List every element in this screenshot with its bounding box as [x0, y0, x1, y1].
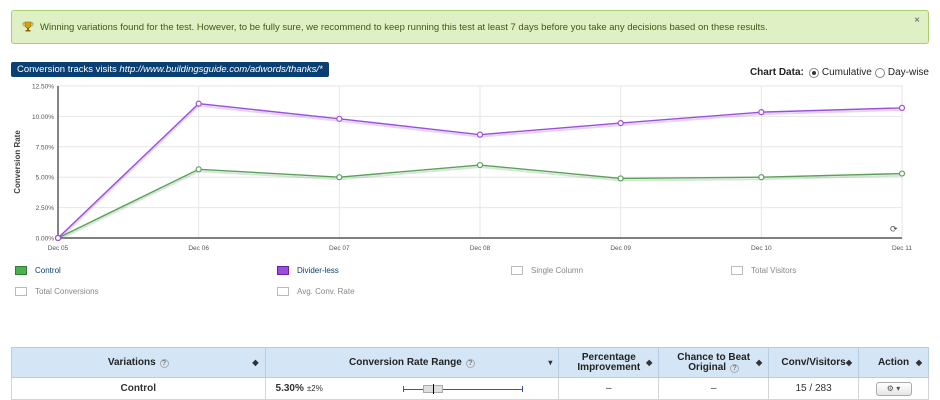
action-gear-button[interactable]: ⚙ ▾ — [875, 381, 912, 396]
trophy-icon — [22, 21, 34, 32]
conversion-rate-chart: 0.00% 2.50% 5.00% 7.50% 10.00% 12.50% Dec 05 De… — [13, 84, 912, 253]
y-axis-label: Conversion Rate — [13, 130, 22, 194]
improvement-value: – — [558, 377, 660, 400]
cumulative-radio[interactable] — [808, 67, 819, 78]
sort-icon[interactable]: ◆ — [846, 358, 852, 367]
range-bar — [402, 383, 523, 394]
y-tick-label: 12.50% — [32, 84, 54, 91]
variations-table: Variations? ◆ Conversion Rate Range? ▾ P… — [11, 347, 929, 400]
legend-swatch — [15, 266, 27, 275]
variation-name: Control — [11, 377, 266, 400]
conversion-range-cell: 5.30% ±2% — [264, 377, 560, 400]
legend-swatch — [511, 266, 523, 275]
data-point — [476, 131, 484, 138]
x-tick-label: Dec 10 — [751, 245, 772, 252]
y-tick-label: 2.50% — [36, 205, 55, 212]
legend-swatch — [15, 287, 27, 296]
x-tick-label: Dec 11 — [892, 245, 912, 252]
data-point — [195, 166, 202, 173]
header-chance-to-beat[interactable]: Chance to Beat Original? ◆ — [658, 347, 770, 378]
sort-icon[interactable]: ◆ — [916, 358, 922, 367]
help-icon[interactable]: ? — [159, 359, 169, 368]
legend-item-divider-less[interactable]: Divider-less — [277, 266, 339, 275]
legend-label: Avg. Conv. Rate — [297, 287, 355, 296]
x-tick-label: Dec 09 — [610, 245, 631, 252]
daywise-label[interactable]: Day-wise — [888, 67, 929, 78]
conversion-tracks-label: Conversion tracks visits http://www.buil… — [11, 62, 329, 77]
data-point — [336, 174, 343, 181]
data-point — [617, 175, 624, 182]
legend-swatch — [277, 266, 289, 275]
legend-label: Total Visitors — [751, 266, 797, 275]
y-tick-label: 0.00% — [36, 236, 55, 243]
chance-value: – — [658, 377, 770, 400]
legend-label: Control — [35, 266, 61, 275]
cumulative-label[interactable]: Cumulative — [822, 67, 872, 78]
chart-data-toggle: Chart Data: Cumulative Day-wise — [750, 67, 929, 78]
header-variations[interactable]: Variations? ◆ — [11, 347, 266, 378]
tracks-url: http://www.buildingsguide.com/adwords/th… — [119, 64, 323, 75]
legend-item-single-column[interactable]: Single Column — [511, 266, 583, 275]
x-tick-label: Dec 06 — [188, 245, 209, 252]
header-action[interactable]: Action ◆ — [858, 347, 929, 378]
header-conversion-range[interactable]: Conversion Rate Range? ▾ — [264, 347, 560, 378]
legend-swatch — [731, 266, 743, 275]
chart-data-label: Chart Data: — [749, 67, 804, 78]
data-point — [898, 104, 906, 111]
data-point — [476, 161, 484, 169]
daywise-radio[interactable] — [874, 67, 885, 78]
legend-swatch — [277, 287, 289, 296]
header-percentage-improvement[interactable]: Percentage Improvement ◆ — [558, 347, 660, 378]
legend-item-total-conversions[interactable]: Total Conversions — [15, 287, 99, 296]
y-tick-label: 7.50% — [36, 144, 55, 151]
data-point — [195, 100, 202, 107]
legend-label: Divider-less — [297, 266, 339, 275]
data-point — [617, 119, 624, 127]
legend-item-total-visitors[interactable]: Total Visitors — [731, 266, 796, 275]
refresh-icon: ⟳ — [890, 225, 898, 235]
x-tick-label: Dec 07 — [329, 245, 350, 252]
header-conv-visitors[interactable]: Conv/Visitors ◆ — [768, 347, 860, 378]
winning-alert: Winning variations found for the test. H… — [11, 10, 929, 44]
rate-value: 5.30% — [275, 383, 304, 394]
alert-text: Winning variations found for the test. H… — [40, 21, 768, 33]
data-point — [758, 174, 765, 181]
y-tick-label: 5.00% — [36, 175, 55, 182]
legend-label: Single Column — [531, 266, 584, 275]
data-point — [54, 234, 62, 242]
rate-margin: ±2% — [306, 384, 323, 393]
table-row: Control 5.30% ±2% – – 15 / 283 ⚙ ▾ — [11, 377, 929, 400]
sort-icon[interactable]: ◆ — [646, 358, 652, 368]
close-icon[interactable]: × — [914, 15, 920, 26]
tracks-prefix: Conversion tracks visits — [17, 64, 120, 75]
data-point — [898, 170, 906, 177]
action-cell: ⚙ ▾ — [858, 377, 929, 400]
x-tick-label: Dec 05 — [48, 245, 69, 252]
sort-icon[interactable]: ◆ — [252, 358, 258, 367]
data-point — [336, 115, 343, 122]
help-icon[interactable]: ? — [465, 359, 475, 368]
legend-item-control[interactable]: Control — [15, 266, 61, 275]
dropdown-icon[interactable]: ▾ — [548, 358, 552, 367]
help-icon[interactable]: ? — [730, 363, 740, 373]
conv-visitors-value: 15 / 283 — [768, 377, 860, 400]
legend-item-avg-conv-rate[interactable]: Avg. Conv. Rate — [277, 287, 355, 296]
sort-icon[interactable]: ◆ — [756, 358, 762, 368]
x-tick-label: Dec 08 — [470, 245, 491, 252]
y-tick-label: 10.00% — [32, 114, 54, 121]
data-point — [758, 109, 765, 116]
legend-label: Total Conversions — [35, 287, 99, 296]
